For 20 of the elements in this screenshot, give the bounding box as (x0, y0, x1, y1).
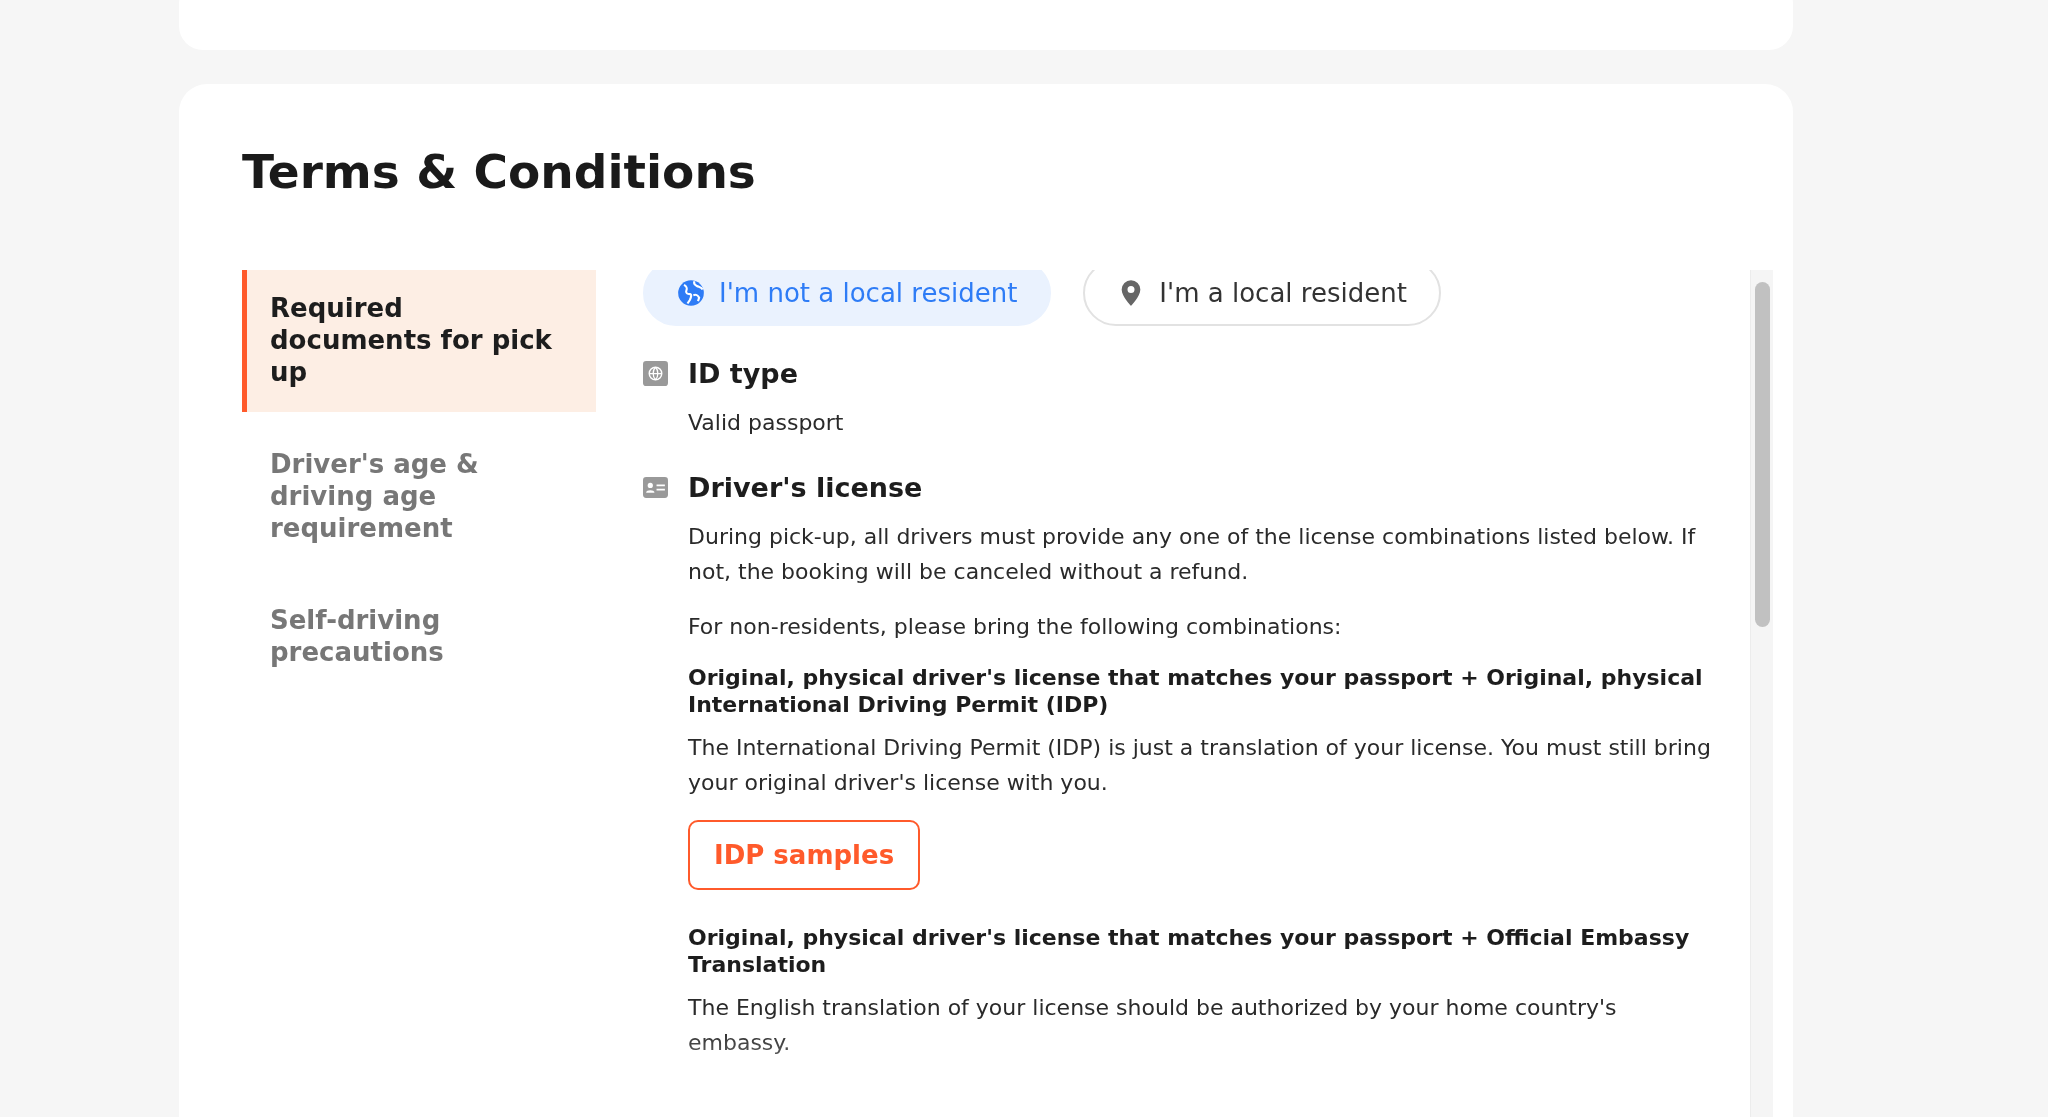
paragraph: The International Driving Permit (IDP) is just a translation of your license. You must still bring your original driver's license with you. (688, 734, 1712, 797)
section-heading: ID type (688, 358, 798, 389)
paragraph: Valid passport (688, 409, 845, 437)
resident-toggle[interactable]: I'm a local resident (1083, 270, 1441, 326)
resident-toggle[interactable]: I'm not a local resident (643, 270, 1052, 326)
sidebar-item[interactable]: Self-driving precautions (242, 582, 596, 692)
combination-title: Original, physical driver's license that matches your passport + Original, physical International Driving Permit (IDP) (688, 664, 1704, 718)
paragraph: For non-residents, please bring the following combinations: (688, 613, 1343, 641)
paragraph: The English translation of your license should be authorized by your home country's embassy. (688, 994, 1618, 1057)
sidebar-item[interactable]: Required documents for pick up (242, 270, 596, 412)
globe-icon (677, 279, 705, 307)
section-heading: Driver's license (688, 472, 923, 503)
sidebar-item[interactable]: Driver's age & driving age requirement (242, 426, 596, 568)
combination-title: Original, physical driver's license that matches your passport + Official Embassy Translation (688, 924, 1691, 978)
idp-samples-button[interactable]: IDP samples (688, 820, 921, 890)
scrollbar[interactable] (1750, 270, 1773, 1117)
globe-icon (643, 361, 668, 386)
page-title: Terms & Conditions (242, 144, 757, 201)
id-card-icon (643, 475, 668, 500)
paragraph: During pick-up, all drivers must provide any one of the license combinations listed below. If not, the booking will be canceled without a refund. (688, 523, 1697, 586)
